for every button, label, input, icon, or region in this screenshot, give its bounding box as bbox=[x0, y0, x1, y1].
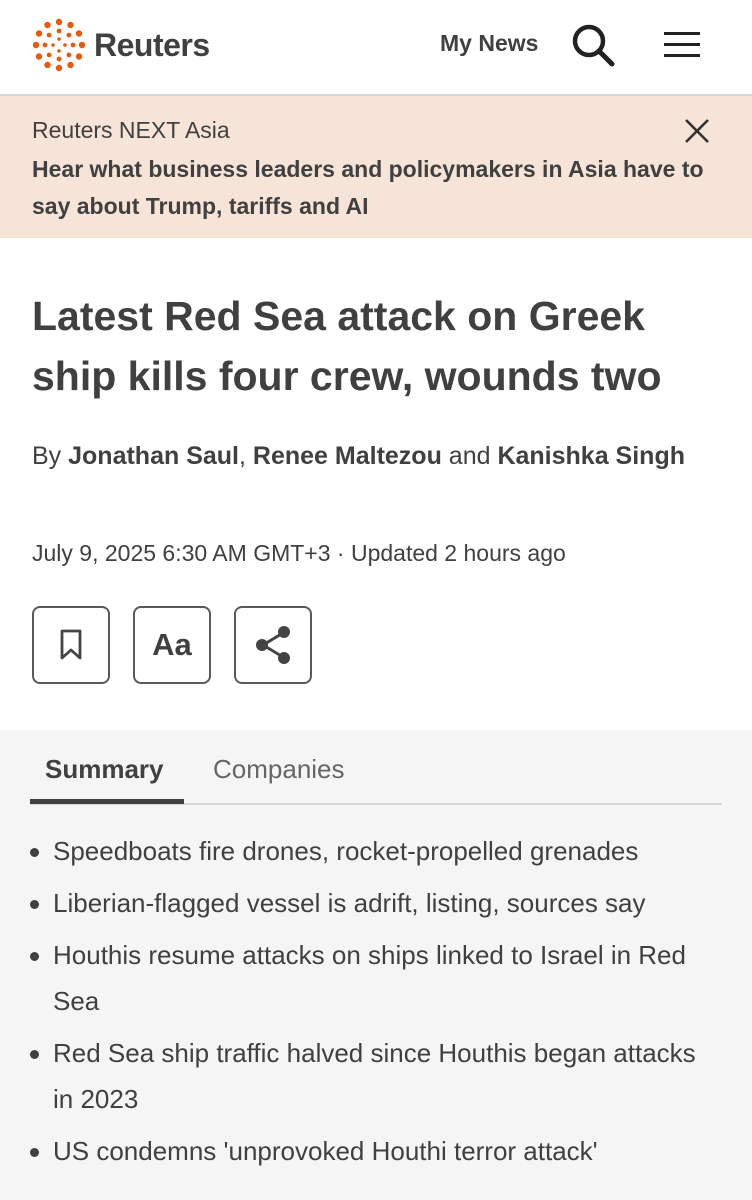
summary-item: US condemns 'unprovoked Houthi terror at… bbox=[30, 1128, 710, 1174]
site-header: Reuters My News bbox=[0, 0, 752, 96]
summary-item: Speedboats fire drones, rocket-propelled… bbox=[30, 828, 710, 874]
search-icon[interactable] bbox=[570, 22, 616, 68]
article-headline: Latest Red Sea attack on Greek ship kill… bbox=[32, 293, 662, 399]
close-icon[interactable] bbox=[682, 116, 712, 146]
promo-banner[interactable]: Reuters NEXT Asia Hear what business lea… bbox=[0, 96, 752, 238]
my-news-link[interactable]: My News bbox=[440, 30, 538, 57]
share-button[interactable] bbox=[234, 606, 312, 684]
summary-item: Red Sea ship traffic halved since Houthi… bbox=[30, 1030, 710, 1122]
author-link[interactable]: Kanishka Singh bbox=[497, 442, 685, 470]
summary-item: Liberian-flagged vessel is adrift, listi… bbox=[30, 880, 710, 926]
summary-list: Speedboats fire drones, rocket-propelled… bbox=[30, 828, 710, 1180]
author-link[interactable]: Renee Maltezou bbox=[253, 442, 442, 470]
byline-conjunction: and bbox=[441, 442, 498, 470]
article-dateline: July 9, 2025 6:30 AM GMT+3 · Updated 2 h… bbox=[32, 540, 566, 566]
reuters-logo-icon bbox=[32, 18, 86, 72]
logo-text: Reuters bbox=[94, 26, 210, 63]
author-link[interactable]: Jonathan Saul bbox=[68, 442, 239, 470]
share-icon bbox=[256, 626, 290, 664]
active-tab-indicator bbox=[30, 799, 184, 804]
byline-separator: , bbox=[239, 442, 253, 470]
article-tools: Aa bbox=[32, 606, 335, 684]
hamburger-menu-icon[interactable] bbox=[662, 28, 702, 62]
reuters-logo[interactable]: Reuters bbox=[32, 18, 210, 72]
banner-text[interactable]: Hear what business leaders and policymak… bbox=[32, 151, 722, 225]
bookmark-icon bbox=[60, 629, 82, 660]
tab-companies[interactable]: Companies bbox=[213, 754, 345, 785]
bookmark-button[interactable] bbox=[32, 606, 110, 684]
summary-tabs: Summary Companies bbox=[30, 730, 722, 805]
byline-prefix: By bbox=[32, 442, 69, 470]
tab-summary[interactable]: Summary bbox=[45, 754, 164, 785]
article-byline: By Jonathan Saul, Renee Maltezou and Kan… bbox=[32, 434, 712, 479]
summary-item: Houthis resume attacks on ships linked t… bbox=[30, 932, 710, 1024]
banner-title: Reuters NEXT Asia bbox=[32, 117, 230, 143]
text-size-label: Aa bbox=[152, 627, 192, 662]
summary-section: Summary Companies Speedboats fire drones… bbox=[0, 730, 752, 1200]
text-size-button[interactable]: Aa bbox=[133, 606, 211, 684]
